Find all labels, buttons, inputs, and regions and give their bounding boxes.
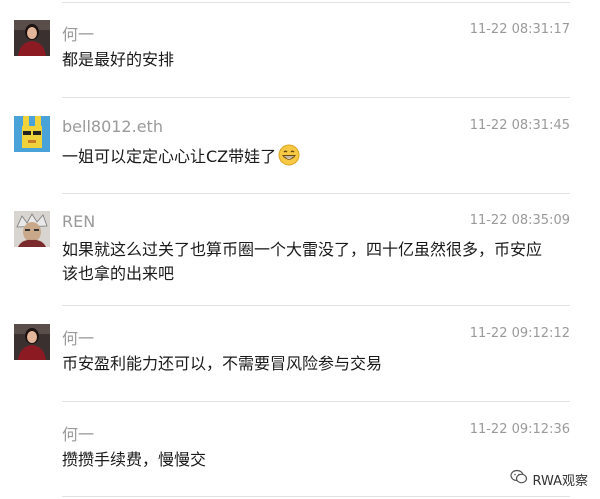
comment-timestamp: 11-22 08:31:17 (469, 22, 570, 37)
comment-text: 币安盈利能力还可以，不需要冒风险参与交易 (62, 354, 383, 373)
commenter-name[interactable]: 何一 (62, 21, 94, 45)
commenter-name[interactable]: 何一 (62, 421, 94, 445)
avatar[interactable] (14, 324, 50, 360)
avatar[interactable] (14, 20, 50, 56)
separator (62, 2, 570, 3)
separator (62, 305, 570, 306)
grinning-face-emoji-icon (278, 144, 300, 173)
comment-timestamp: 11-22 09:12:36 (469, 422, 570, 437)
watermark-text: RWA观察 (532, 473, 588, 489)
comment-timestamp: 11-22 08:35:09 (469, 213, 570, 228)
separator (62, 401, 570, 402)
comment-text-content: 一姐可以定定心心让CZ带娃了 (62, 147, 277, 166)
comment-text: 攒攒手续费，慢慢交 (62, 450, 207, 469)
commenter-name[interactable]: REN (62, 212, 95, 231)
watermark: RWA观察 (510, 469, 588, 489)
wechat-icon (510, 469, 528, 489)
avatar[interactable] (14, 211, 50, 247)
separator (62, 97, 570, 98)
comment-text: 一姐可以定定心心让CZ带娃了 (62, 144, 552, 173)
avatar[interactable] (14, 116, 50, 152)
comment-timestamp: 11-22 08:31:45 (469, 118, 570, 133)
comment-text: 都是最好的安排 (62, 50, 175, 69)
commenter-name[interactable]: 何一 (62, 325, 94, 349)
separator (62, 496, 570, 497)
separator (62, 193, 570, 194)
comment-timestamp: 11-22 09:12:12 (469, 326, 570, 341)
comment-text: 如果就这么过关了也算币圈一个大雷没了，四十亿虽然很多，币安应该也拿的出来吧 (62, 240, 543, 283)
commenter-name[interactable]: bell8012.eth (62, 117, 163, 136)
